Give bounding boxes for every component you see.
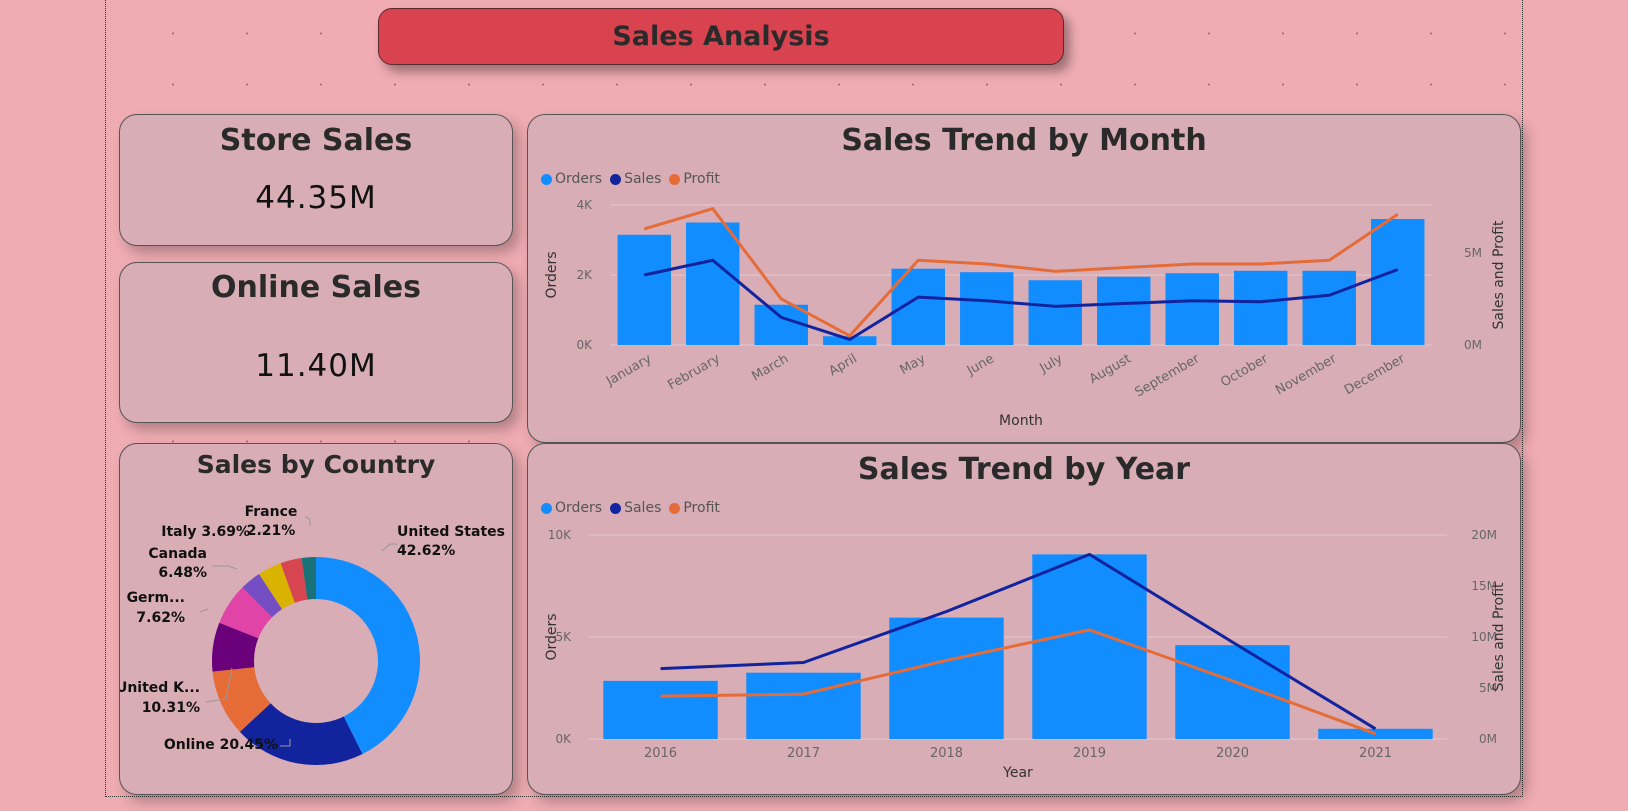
- x-tick-label: September: [1133, 351, 1203, 400]
- donut-label: 7.62%: [136, 610, 185, 626]
- bar-orders: [1175, 645, 1290, 739]
- y2-axis-title: Sales and Profit: [1491, 220, 1507, 330]
- y2-tick-label: 5M: [1464, 246, 1482, 260]
- bar-orders: [1234, 270, 1288, 345]
- bar-orders: [603, 680, 718, 739]
- donut-label: United K...: [120, 680, 200, 696]
- x-tick-label: 2017: [787, 746, 820, 761]
- x-tick-label: July: [1037, 351, 1066, 376]
- leader-line: [199, 608, 209, 613]
- y2-axis-title: Sales and Profit: [1491, 582, 1507, 692]
- y-axis-title: Orders: [544, 613, 560, 660]
- bar-orders: [1028, 280, 1082, 345]
- x-tick-label: October: [1218, 351, 1271, 390]
- store-sales-card[interactable]: Store Sales 44.35M: [119, 114, 513, 246]
- bar-orders: [1097, 276, 1151, 345]
- x-tick-label: August: [1087, 351, 1134, 387]
- donut-label: 10.31%: [142, 700, 200, 716]
- x-tick-label: 2020: [1216, 746, 1249, 761]
- bar-orders: [1165, 273, 1219, 345]
- y-tick-label: 4K: [576, 198, 593, 212]
- year-combo-chart: 0K5K10K0M5M10M15M20M2016 2017 2018 2019 2020…: [544, 528, 1507, 781]
- country-donut-chart: United States 42.62% Online 20.45% United K…: [120, 504, 505, 765]
- bar-orders: [1371, 219, 1425, 345]
- store-sales-title: Store Sales: [219, 123, 413, 158]
- x-tick-label: November: [1273, 351, 1340, 398]
- online-sales-value: 11.40M: [255, 348, 377, 384]
- donut-label: Canada: [148, 546, 207, 562]
- donut-label: France: [245, 504, 298, 520]
- donut-label: 6.48%: [158, 565, 207, 581]
- donut-label: 42.62%: [397, 543, 455, 559]
- y2-tick-label: 20M: [1471, 528, 1497, 542]
- x-tick-label: January: [603, 351, 654, 389]
- donut-label: Italy 3.69%: [161, 524, 250, 540]
- bar-orders: [746, 672, 861, 739]
- donut-label: United States: [397, 524, 505, 540]
- donut-label: Online 20.45%: [164, 737, 278, 753]
- x-tick-label: March: [749, 351, 791, 384]
- x-tick-label: February: [665, 351, 723, 393]
- x-tick-label: 2018: [930, 746, 963, 761]
- x-axis-title: Month: [999, 413, 1043, 429]
- year-chart-card[interactable]: Sales Trend by Year Orders Sales Profit …: [527, 443, 1521, 795]
- leader-line: [381, 543, 397, 552]
- donut-label: 2.21%: [247, 523, 296, 539]
- bar-orders: [686, 222, 740, 345]
- x-tick-label: April: [827, 351, 860, 379]
- report-title-banner: Sales Analysis: [378, 8, 1064, 65]
- store-sales-value: 44.35M: [255, 180, 377, 216]
- x-tick-label: December: [1342, 351, 1408, 398]
- y-tick-label: 0K: [576, 338, 593, 352]
- bar-orders: [889, 617, 1004, 739]
- x-tick-label: 2021: [1359, 746, 1392, 761]
- y-tick-label: 0K: [555, 732, 572, 746]
- donut-label: Germ...: [127, 590, 185, 606]
- leader-line: [212, 565, 238, 570]
- x-tick-label: June: [964, 351, 997, 379]
- month-chart-card[interactable]: Sales Trend by Month Orders Sales Profit…: [527, 114, 1521, 443]
- month-combo-chart: 0K 2K 4K 0M 5M January February March April May Ju…: [544, 198, 1507, 429]
- bar-orders: [1318, 728, 1433, 739]
- bar-orders: [1032, 554, 1147, 739]
- x-tick-label: 2019: [1073, 746, 1106, 761]
- y2-tick-label: 0M: [1464, 338, 1482, 352]
- x-tick-label: 2016: [644, 746, 677, 761]
- country-chart-card[interactable]: Sales by Country United States 42.62% Onli…: [119, 443, 513, 795]
- bar-orders: [960, 272, 1014, 345]
- x-tick-label: May: [897, 351, 928, 378]
- y-tick-label: 10K: [548, 528, 572, 542]
- online-sales-card[interactable]: Online Sales 11.40M: [119, 262, 513, 423]
- bar-orders: [1302, 270, 1356, 345]
- y-axis-title: Orders: [544, 251, 560, 298]
- online-sales-title: Online Sales: [211, 270, 421, 305]
- leader-line: [304, 516, 311, 526]
- y2-tick-label: 0M: [1479, 732, 1497, 746]
- y-tick-label: 2K: [576, 268, 593, 282]
- x-axis-title: Year: [1002, 765, 1033, 781]
- report-title: Sales Analysis: [612, 21, 830, 52]
- bar-orders: [617, 234, 671, 345]
